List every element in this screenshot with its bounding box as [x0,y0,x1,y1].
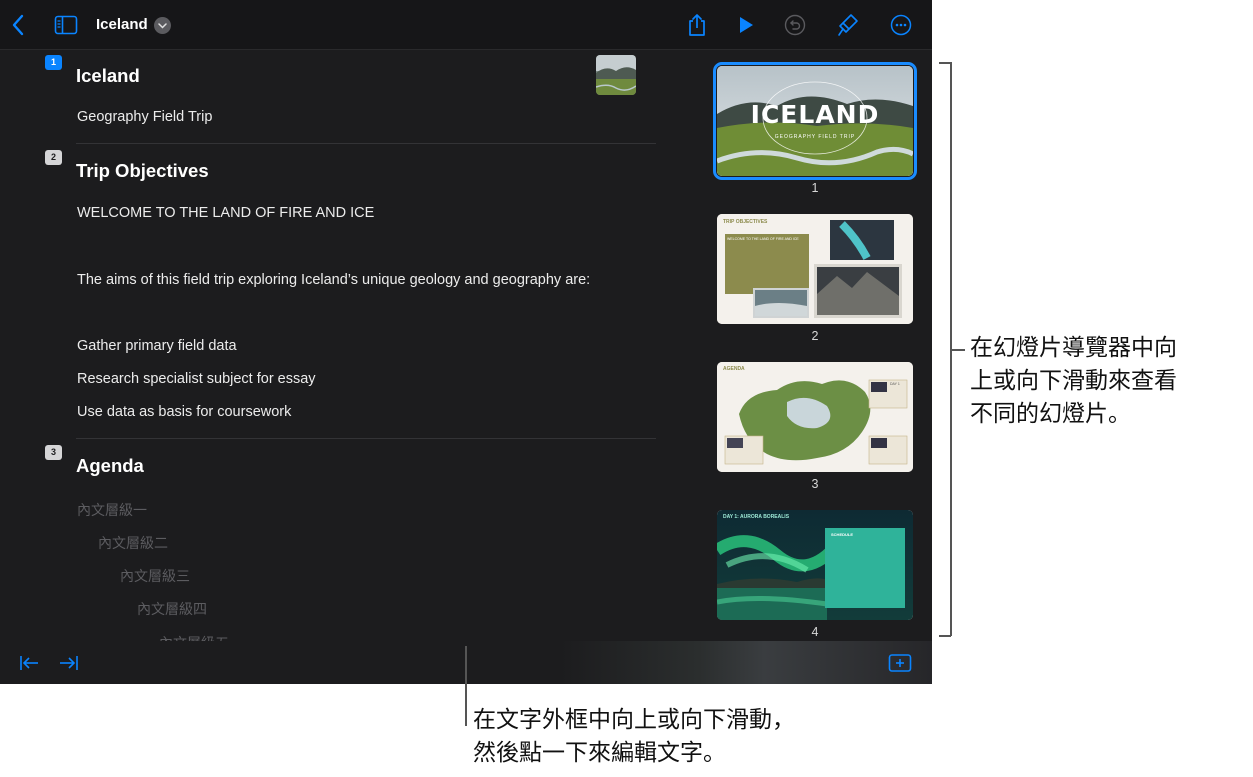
placeholder-level-2[interactable]: 內文層級二 [98,533,168,553]
slide-thumbnail-1[interactable]: ICELAND GEOGRAPHY FIELD TRIP [713,62,917,180]
thumbnail-heading: AGENDA [723,366,745,372]
slide-title[interactable]: Trip Objectives [76,160,209,182]
slide-thumbnail-number: 1 [811,181,819,195]
slide-thumbnail-number: 2 [811,329,819,343]
callout-line: 在幻燈片導覽器中向 [970,335,1177,361]
navigator-bracket-top [939,62,951,64]
thumbnail-subtitle: WELCOME TO THE LAND OF FIRE AND ICE [727,237,799,241]
bullet-text-line[interactable]: Gather primary field data [77,338,237,354]
outline-text-frame[interactable]: 1 Iceland Geography Field Trip 2 Trip Ob… [0,51,690,651]
callout-line: 不同的幻燈片。 [970,401,1131,427]
slide-image-thumbnail[interactable] [596,55,636,95]
slide-title[interactable]: Agenda [76,455,144,477]
callout-line: 上或向下滑動來查看 [970,368,1177,394]
slide-thumbnail-4[interactable]: DAY 1: AURORA BOREALIS SCHEDULE [717,510,913,620]
placeholder-level-1[interactable]: 內文層級一 [77,500,147,520]
text-frame-pointer [465,646,467,726]
navigator-bracket-pointer [951,349,965,351]
play-icon[interactable] [732,11,760,39]
placeholder-level-4[interactable]: 內文層級四 [137,599,207,619]
body-text-line[interactable]: Geography Field Trip [77,109,212,125]
bullet-text-line[interactable]: Research specialist subject for essay [77,371,316,387]
slide-number-badge[interactable]: 2 [45,150,62,165]
document-title[interactable]: Iceland [96,16,148,33]
slide-number-badge[interactable]: 3 [45,445,62,460]
body-text-line[interactable]: The aims of this field trip exploring Ic… [77,272,590,288]
thumbnail-heading: TRIP OBJECTIVES [723,219,768,225]
callout-line: 在文字外框中向上或向下滑動， [473,707,795,733]
slide-thumbnail-number: 3 [811,477,819,491]
undo-icon[interactable] [781,11,809,39]
thumbnail-subtitle: GEOGRAPHY FIELD TRIP [774,134,856,140]
placeholder-level-3[interactable]: 內文層級三 [120,566,190,586]
text-frame-callout: 在文字外框中向上或向下滑動， 然後點一下來編輯文字。 [473,704,795,770]
chevron-down-icon[interactable] [154,17,171,34]
thumbnail-subtitle: SCHEDULE [831,532,854,537]
slide-number-badge[interactable]: 1 [45,55,62,70]
add-slide-icon[interactable] [888,653,912,673]
indent-icon[interactable] [58,653,80,673]
back-chevron-icon[interactable] [4,11,32,39]
slide-navigator[interactable]: ICELAND GEOGRAPHY FIELD TRIP 1 TRIP OBJE… [697,51,932,641]
format-brush-icon[interactable] [834,11,862,39]
slide-title[interactable]: Iceland [76,65,140,87]
thumbnail-heading: ICELAND [750,100,880,129]
slide-divider [76,438,656,439]
sidebar-icon[interactable] [52,11,80,39]
keynote-window: Iceland 1 Iceland Geography Field Trip 2… [0,0,932,684]
share-icon[interactable] [683,11,711,39]
thumbnail-subtitle: DAY 1 [890,382,900,386]
slide-divider [76,143,656,144]
slide-thumbnail-3[interactable]: AGENDA DAY 1 [717,362,913,472]
more-icon[interactable] [887,11,915,39]
outdent-icon[interactable] [18,653,40,673]
toolbar: Iceland [0,0,932,50]
slide-thumbnail-number: 4 [811,625,819,639]
navigator-bracket-bottom [939,635,951,637]
bullet-text-line[interactable]: Use data as basis for coursework [77,404,291,420]
body-text-line[interactable]: WELCOME TO THE LAND OF FIRE AND ICE [77,205,374,221]
navigator-callout: 在幻燈片導覽器中向 上或向下滑動來查看 不同的幻燈片。 [970,332,1177,431]
callout-line: 然後點一下來編輯文字。 [473,740,726,766]
thumbnail-heading: DAY 1: AURORA BOREALIS [723,514,790,520]
slide-thumbnail-2[interactable]: TRIP OBJECTIVES WELCOME TO THE LAND OF F… [717,214,913,324]
